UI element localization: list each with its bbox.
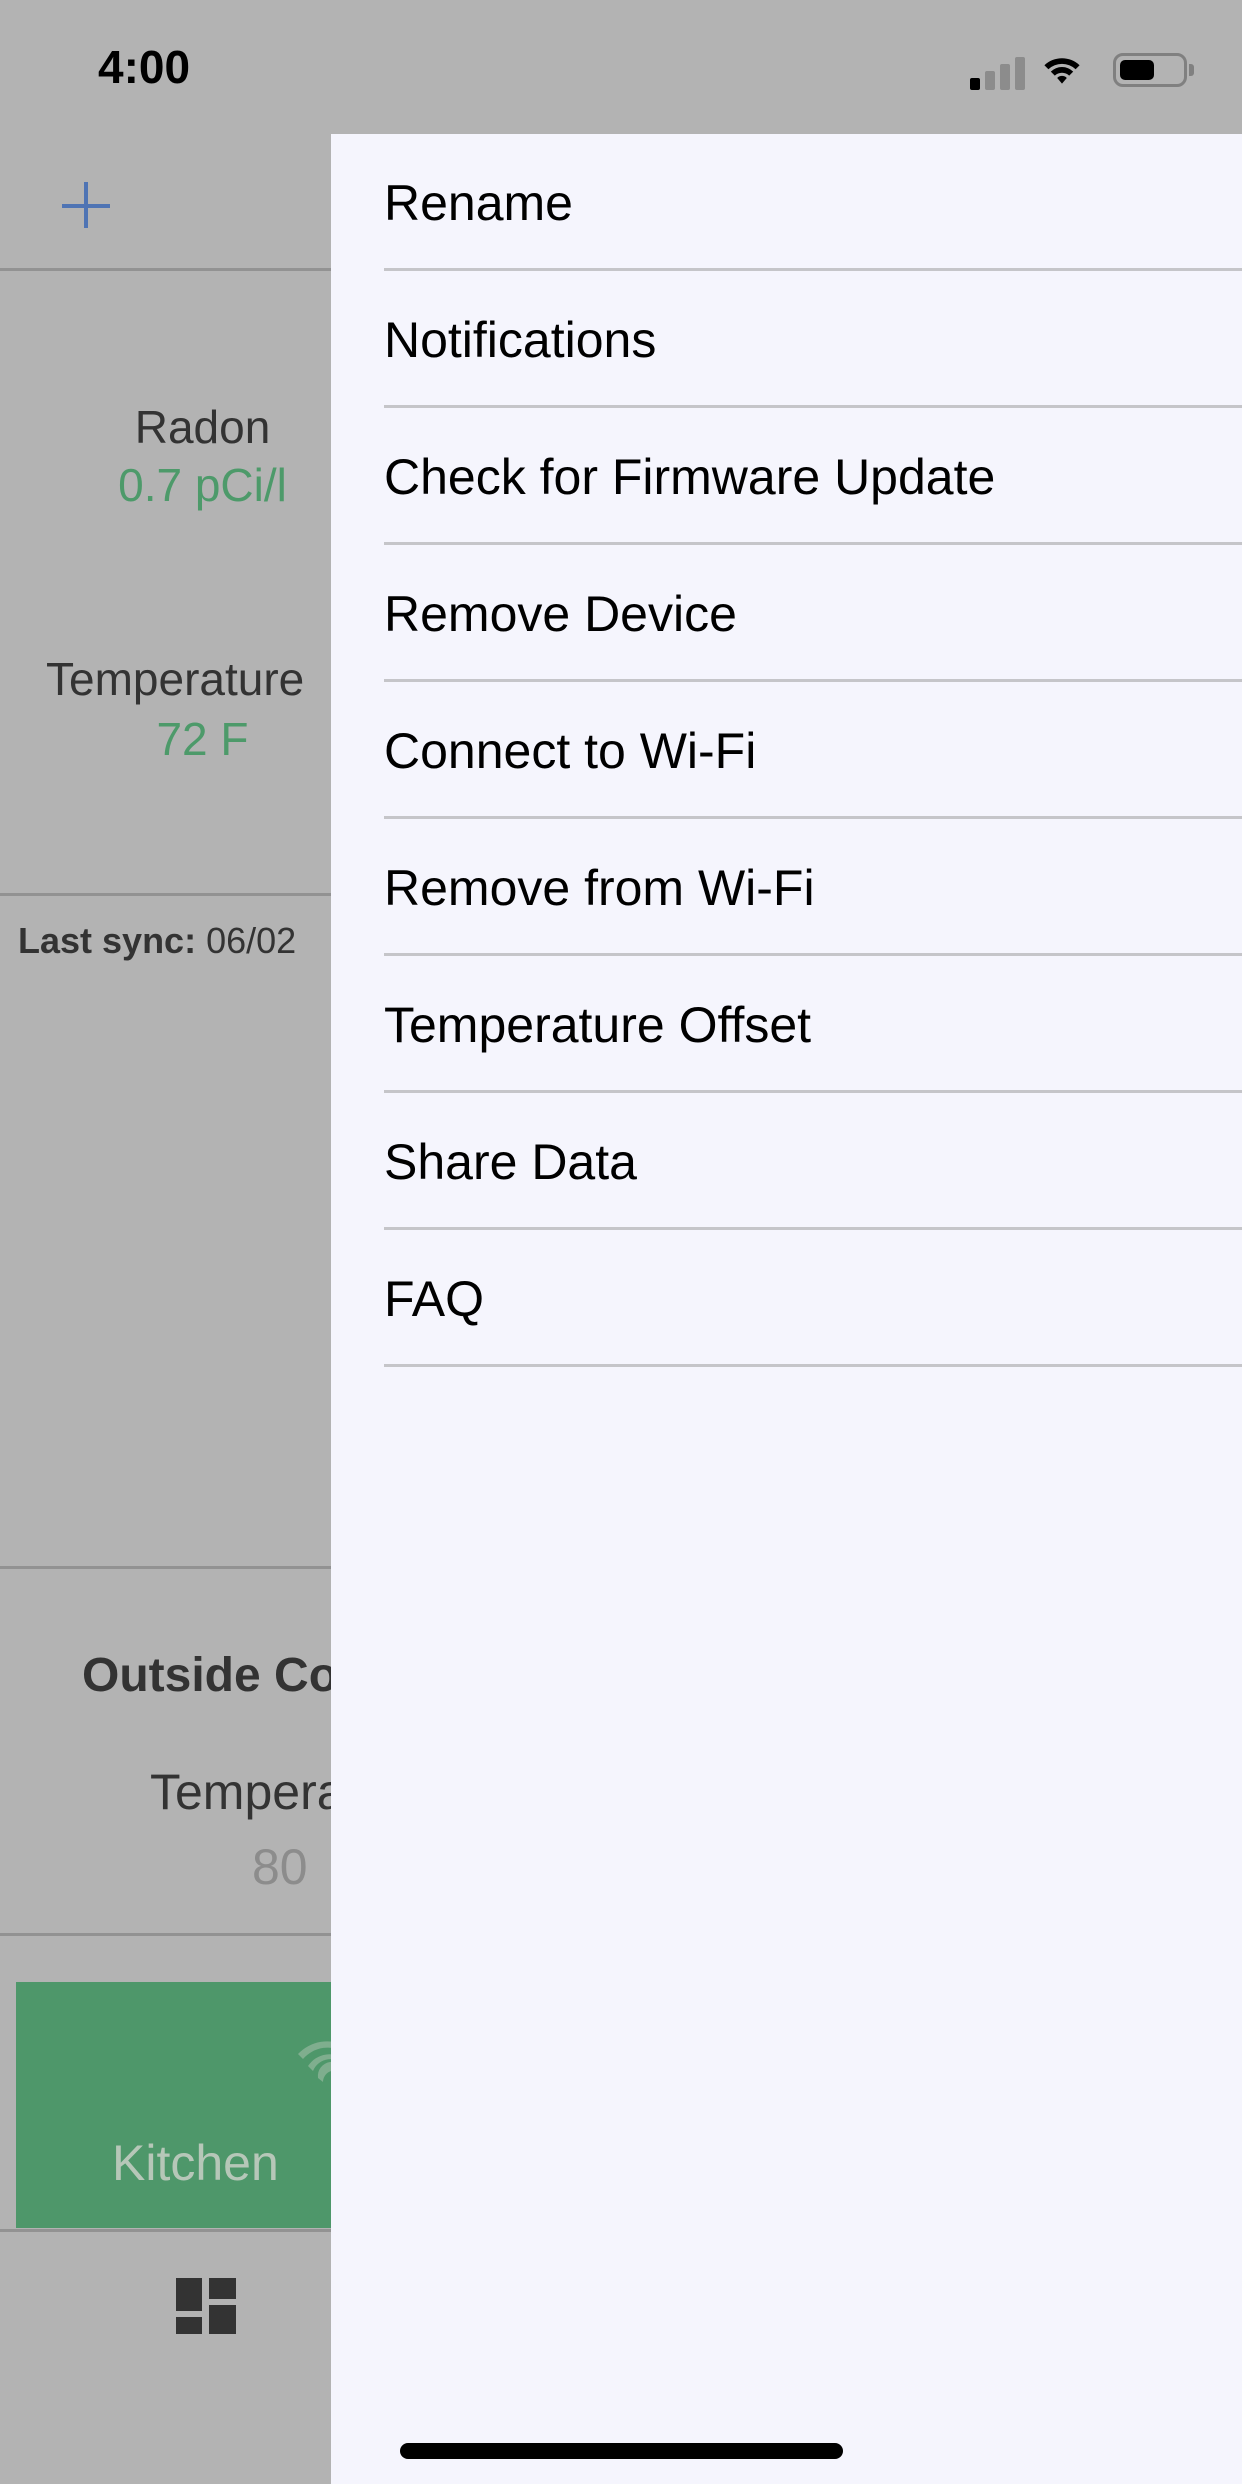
signal-bar <box>1000 64 1010 90</box>
battery-cap <box>1189 64 1194 76</box>
last-sync-label: Last sync: <box>18 920 197 961</box>
menu-item-label: Rename <box>384 175 573 231</box>
wifi-icon <box>1044 58 1080 84</box>
temperature-label: Temperature <box>46 653 305 705</box>
menu-item-remove-from-wifi[interactable]: Remove from Wi-Fi <box>384 819 1242 956</box>
menu-item-connect-wifi[interactable]: Connect to Wi-Fi <box>384 682 1242 819</box>
device-tile-name: Kitchen <box>112 2135 279 2191</box>
divider <box>0 1933 331 1936</box>
menu-item-share-data[interactable]: Share Data <box>384 1093 1242 1230</box>
menu-item-label: Connect to Wi-Fi <box>384 723 757 779</box>
menu-item-label: Remove from Wi-Fi <box>384 860 815 916</box>
last-sync: Last sync: 06/02 <box>18 920 296 962</box>
divider <box>0 268 331 271</box>
menu-item-label: Share Data <box>384 1134 637 1190</box>
dashboard-icon[interactable] <box>176 2278 236 2334</box>
menu-item-faq[interactable]: FAQ <box>384 1230 1242 1367</box>
menu-item-label: FAQ <box>384 1271 485 1327</box>
menu-item-notifications[interactable]: Notifications <box>384 271 1242 408</box>
dashboard-icon-block <box>176 2317 202 2334</box>
signal-bar <box>1015 57 1025 90</box>
signal-icon <box>970 78 980 90</box>
home-indicator[interactable] <box>400 2443 843 2459</box>
menu-item-remove-device[interactable]: Remove Device <box>384 545 1242 682</box>
menu-item-label: Remove Device <box>384 586 737 642</box>
dashboard-icon-block <box>209 2278 236 2299</box>
add-device-button[interactable] <box>62 180 114 232</box>
menu-item-temperature-offset[interactable]: Temperature Offset <box>384 956 1242 1093</box>
status-time: 4:00 <box>98 41 191 93</box>
battery-icon <box>1113 53 1187 87</box>
status-icons <box>970 50 1200 90</box>
dashboard-icon-block <box>176 2278 202 2311</box>
divider <box>0 1566 331 1569</box>
menu-item-rename[interactable]: Rename <box>384 134 1242 271</box>
outside-temperature-value: 80 <box>252 1839 308 1895</box>
menu-item-label: Temperature Offset <box>384 997 812 1053</box>
menu-item-check-firmware-update[interactable]: Check for Firmware Update <box>384 408 1242 545</box>
last-sync-value: 06/02 <box>206 920 297 961</box>
battery-level <box>1120 60 1155 80</box>
divider <box>384 1364 1242 1367</box>
divider <box>0 893 331 896</box>
menu-item-label: Check for Firmware Update <box>384 449 996 505</box>
menu-item-label: Notifications <box>384 312 657 368</box>
signal-bar <box>985 71 995 90</box>
divider <box>0 2229 331 2232</box>
dashboard-icon-block <box>209 2305 236 2334</box>
device-tile-kitchen[interactable]: Kitchen <box>16 1982 346 2228</box>
device-options-drawer: Rename Notifications Check for Firmware … <box>331 134 1242 2484</box>
